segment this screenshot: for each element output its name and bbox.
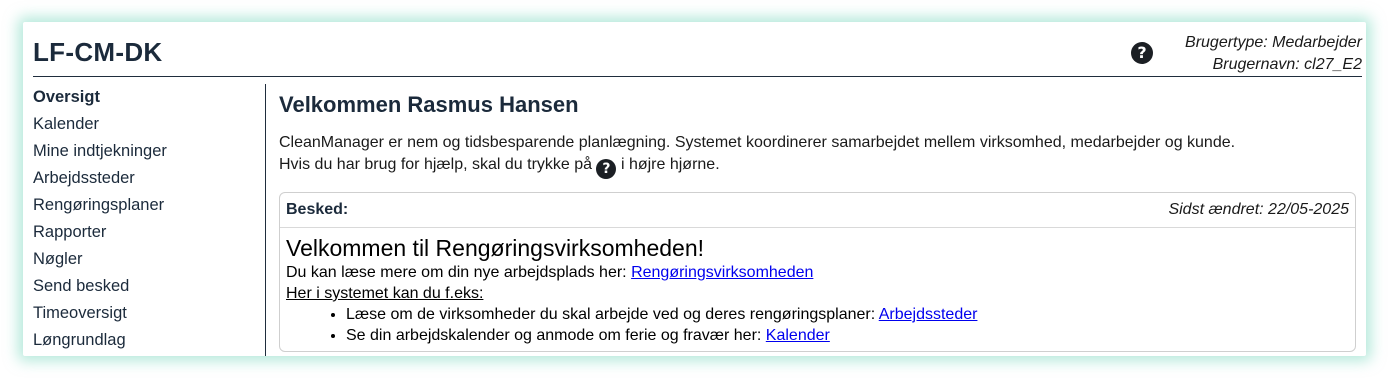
page-title: Velkommen Rasmus Hansen (279, 92, 579, 117)
sidebar-item-mine-indtjekninger[interactable]: Mine indtjekninger (33, 138, 265, 165)
bullet-text: Læse om de virksomheder du skal arbejde … (346, 306, 876, 323)
username: Brugernavn: cl27_E2 (1212, 56, 1362, 73)
message-last-changed: Sidst ændret: 22/05-2025 (1168, 201, 1349, 218)
link-arbejdssteder[interactable]: Arbejdssteder (879, 306, 978, 323)
message-label: Besked: (286, 201, 349, 218)
app-frame: LF-CM-DK ? Brugertype: Medarbejder Bruge… (23, 22, 1366, 356)
sidebar-item-timeoversigt[interactable]: Timeoversigt (33, 300, 265, 327)
link-rengoeringsvirksomheden[interactable]: Rengøringsvirksomheden (631, 264, 813, 281)
intro-line-2-post: i højre hjørne. (620, 156, 720, 173)
message-line-1: Du kan læse mere om din nye arbejdsplads… (286, 262, 1349, 283)
sidebar-item-arbejdssteder[interactable]: Arbejdssteder (33, 165, 265, 192)
sidebar-item-rengoeringsplaner[interactable]: Rengøringsplaner (33, 192, 265, 219)
header: LF-CM-DK ? Brugertype: Medarbejder Bruge… (33, 22, 1362, 77)
bullet-text: Se din arbejdskalender og anmode om feri… (346, 327, 762, 344)
sidebar-item-kalender[interactable]: Kalender (33, 111, 265, 138)
list-item: Læse om de virksomheder du skal arbejde … (346, 304, 1349, 325)
intro-line-2-pre: Hvis du har brug for hjælp, skal du tryk… (279, 156, 593, 173)
user-type: Brugertype: Medarbejder (1185, 34, 1362, 51)
message-line-1-text: Du kan læse mere om din nye arbejdsplads… (286, 264, 627, 281)
main-content: Velkommen Rasmus Hansen CleanManager er … (279, 84, 1359, 352)
sidebar-item-loengrundlag[interactable]: Løngrundlag (33, 327, 265, 354)
message-box: Besked: Sidst ændret: 22/05-2025 Velkomm… (279, 192, 1356, 352)
message-body: Velkommen til Rengøringsvirksomheden! Du… (280, 228, 1355, 346)
help-icon[interactable]: ? (1131, 42, 1153, 64)
sidebar-item-send-besked[interactable]: Send besked (33, 273, 265, 300)
sidebar-item-noegler[interactable]: Nøgler (33, 246, 265, 273)
message-header: Besked: Sidst ændret: 22/05-2025 (280, 193, 1355, 228)
message-heading: Velkommen til Rengøringsvirksomheden! (286, 235, 705, 261)
sidebar-item-oversigt[interactable]: Oversigt (33, 84, 265, 111)
intro-text: CleanManager er nem og tidsbesparende pl… (279, 132, 1359, 179)
message-line-2: Her i systemet kan du f.eks: (286, 285, 484, 302)
help-icon-inline: ? (596, 159, 617, 179)
app-title: LF-CM-DK (33, 37, 163, 67)
list-item: Se din arbejdskalender og anmode om feri… (346, 325, 1349, 346)
intro-line-1: CleanManager er nem og tidsbesparende pl… (279, 134, 1236, 151)
link-kalender[interactable]: Kalender (766, 327, 830, 344)
user-info: Brugertype: Medarbejder Brugernavn: cl27… (1185, 32, 1362, 76)
message-bullet-list: Læse om de virksomheder du skal arbejde … (286, 304, 1349, 346)
intro-line-2: Hvis du har brug for hjælp, skal du tryk… (279, 154, 1359, 179)
sidebar-item-rapporter[interactable]: Rapporter (33, 219, 265, 246)
sidebar-nav: Oversigt Kalender Mine indtjekninger Arb… (33, 84, 266, 356)
